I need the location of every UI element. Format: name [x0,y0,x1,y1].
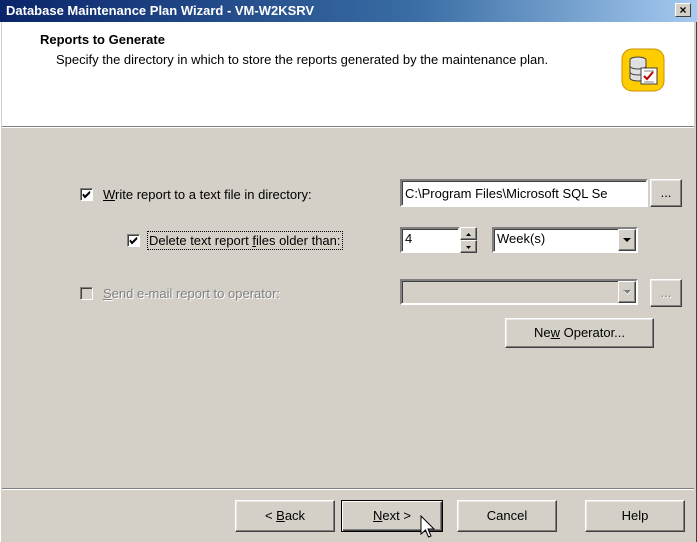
chevron-down-icon [623,238,631,242]
new-operator-label-mnemonic: w [550,325,560,340]
page-title: Reports to Generate [40,32,165,47]
age-unit-select[interactable]: Week(s) [492,227,638,253]
delete-reports-label[interactable]: Delete text report files older than: [147,231,343,250]
back-label-suffix: ack [284,508,306,523]
back-label-mnemonic: B [276,508,285,523]
report-directory-browse-button[interactable]: ... [650,179,682,207]
help-button[interactable]: Help [585,500,685,532]
operator-browse-button[interactable]: ... [650,279,682,307]
write-report-label[interactable]: Write report to a text file in directory… [103,187,312,202]
arrow-up-icon [466,233,471,236]
send-email-checkbox[interactable] [80,287,93,300]
operator-select[interactable] [400,279,638,305]
title-bar[interactable]: Database Maintenance Plan Wizard - VM-W2… [0,0,697,22]
report-directory-input[interactable]: C:\Program Files\Microsoft SQL Se [400,179,648,207]
back-button[interactable]: < Back [235,500,335,532]
new-operator-label-suffix: Operator... [559,325,626,340]
send-email-label: Send e-mail report to operator: [103,286,280,301]
mouse-cursor-icon [420,515,436,538]
close-button[interactable]: × [675,3,691,17]
back-label-prefix: < [264,508,277,523]
send-email-label-mnemonic: S [103,286,112,301]
cancel-button[interactable]: Cancel [457,500,557,532]
send-email-label-text: end e-mail report to operator: [111,286,281,301]
next-label-suffix: ext > [382,508,411,523]
next-label-mnemonic: N [373,508,383,523]
new-operator-label-prefix: Ne [533,325,551,340]
write-report-label-mnemonic: W [103,187,116,202]
window-title: Database Maintenance Plan Wizard - VM-W2… [6,3,315,18]
delete-reports-checkbox[interactable] [127,234,140,247]
arrow-down-icon [466,246,471,249]
wizard-header: Reports to Generate Specify the director… [0,22,697,126]
new-operator-button[interactable]: New Operator... [505,318,654,348]
chevron-down-icon [623,290,632,295]
delete-reports-label-prefix: Delete text report [149,233,253,248]
write-report-checkbox[interactable] [80,188,93,201]
spin-up-button[interactable] [460,227,477,240]
write-report-label-text: rite report to a text file in directory: [115,187,312,202]
footer-divider [2,488,694,490]
spin-down-button[interactable] [460,240,477,253]
window-frame-left [0,22,2,542]
header-divider [0,126,697,128]
database-wizard-icon [621,48,665,92]
age-unit-dropdown-button[interactable] [618,229,636,251]
operator-dropdown-button[interactable] [618,281,636,303]
page-description: Specify the directory in which to store … [56,52,549,67]
age-unit-value: Week(s) [497,231,546,246]
age-spinner[interactable] [460,227,477,253]
delete-reports-label-suffix: iles older than: [255,233,341,248]
age-value-input[interactable]: 4 [400,227,460,253]
